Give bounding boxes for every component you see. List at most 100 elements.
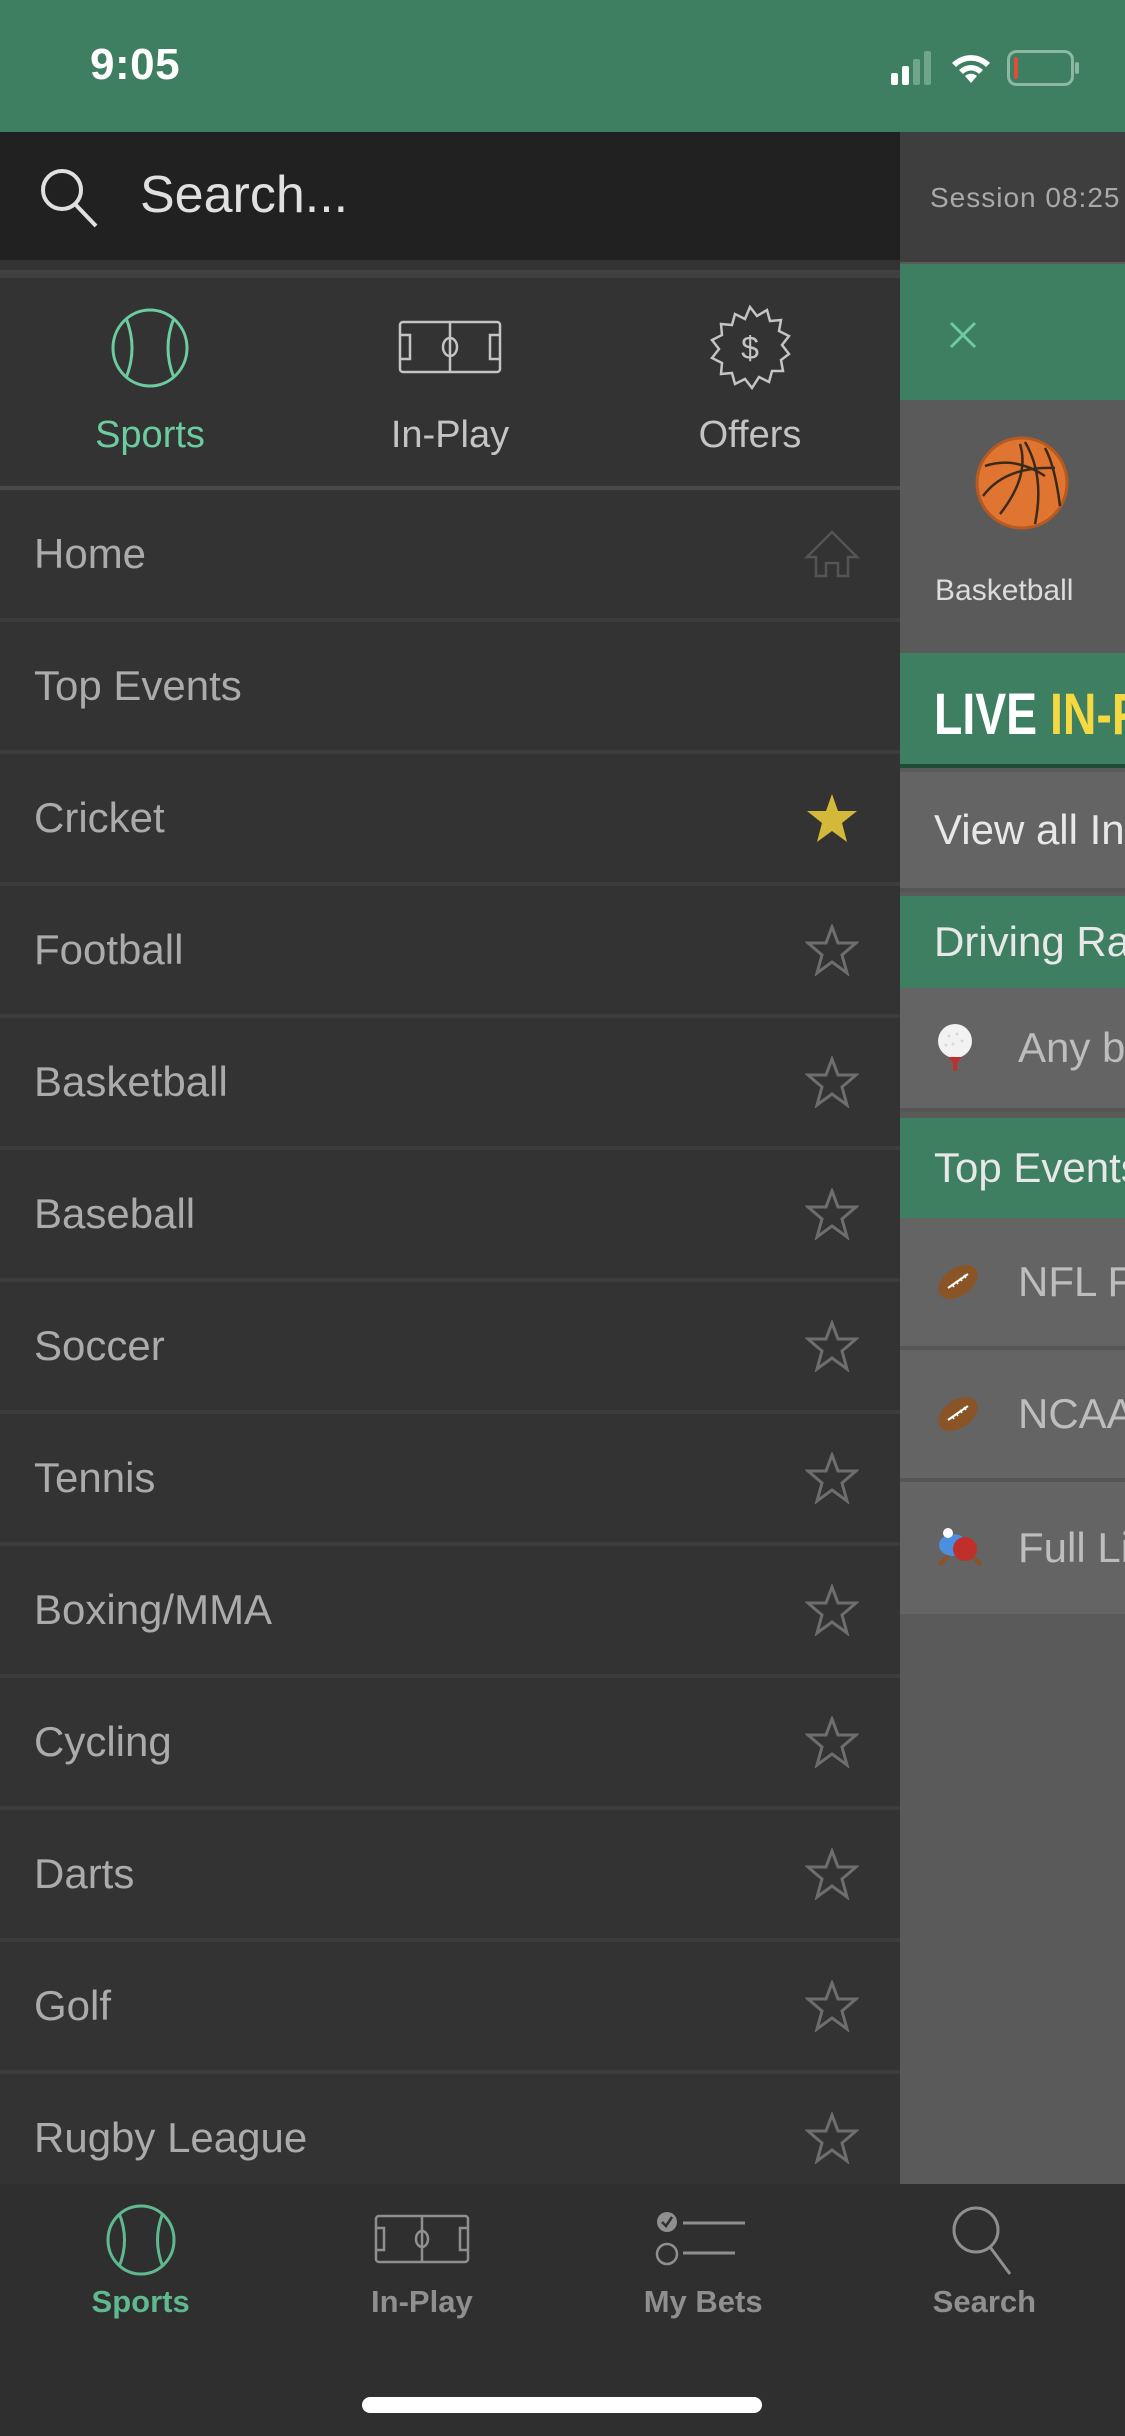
sidebar-item-soccer[interactable]: Soccer [0,1282,900,1414]
close-icon[interactable] [948,320,978,350]
sidebar-item-home[interactable]: Home [0,490,900,622]
sidebar-item-label: Tennis [34,1454,156,1501]
sidebar-item-golf[interactable]: Golf [0,1942,900,2074]
top-event-item[interactable]: NFL Futures [900,1218,1125,1350]
search-input[interactable] [140,160,840,230]
driving-range-title: Driving Range [934,918,1125,965]
sidebar-item-label: Darts [34,1850,135,1897]
top-events-header: Top Events [900,1118,1125,1218]
battery-low-icon [1007,50,1079,86]
american-football-icon [938,1396,978,1432]
drawer-tabs: Sports In-Play $ Offers [0,270,900,490]
sidebar-item-label: Soccer [34,1322,165,1369]
sidebar-item-darts[interactable]: Darts [0,1810,900,1942]
tab-label: In-Play [390,414,510,456]
search-bar [0,132,900,260]
bottom-tab-search[interactable]: Search [844,2184,1125,2436]
live-label: LIVE [934,682,1051,747]
bet-list-icon [655,2212,746,2266]
star-outline-icon[interactable] [805,1848,859,1900]
tab-label: My Bets [643,2284,763,2319]
star-outline-icon[interactable] [805,1452,859,1504]
sidebar-item-football[interactable]: Football [0,886,900,1018]
status-time: 9:05 [90,40,181,89]
main-content: Session 08:25 Basketball LIVE IN-PLAY Vi… [900,132,1125,2184]
ball-icon [111,308,189,388]
sidebar-item-cricket[interactable]: Cricket [0,754,900,886]
sidebar-item-label: Top Events [34,662,242,709]
sidebar-item-label: Rugby League [34,2114,308,2161]
tab-sports[interactable]: Sports [0,278,300,486]
session-timer: Session 08:25 [930,182,1121,213]
golf-ball-icon [938,1024,972,1071]
close-bar [900,264,1125,400]
sidebar-item-tennis[interactable]: Tennis [0,1414,900,1546]
tab-label: Sports [91,2284,190,2319]
sidebar-item-baseball[interactable]: Baseball [0,1150,900,1282]
bottom-tab-sports[interactable]: Sports [0,2184,281,2436]
tab-label: In-Play [371,2284,473,2319]
top-events-title: Top Events [934,1144,1125,1191]
search-icon [952,2206,1012,2275]
driving-range-item[interactable]: Any ball [900,988,1125,1112]
star-outline-icon[interactable] [805,924,859,976]
sidebar-item-label: Cycling [34,1718,172,1765]
live-in-play-banner[interactable]: LIVE IN-PLAY [900,653,1125,768]
sidebar-item-rugby-league[interactable]: Rugby League [0,2074,900,2184]
tab-offers[interactable]: $ Offers [600,278,900,486]
sport-list: Home Top Events Cricket Football Basketb… [0,490,900,2184]
svg-text:$: $ [741,330,759,366]
star-outline-icon[interactable] [805,2112,859,2164]
sidebar-item-label: Basketball [34,1058,228,1105]
wifi-icon [952,55,990,83]
view-all-in-play-link[interactable]: View all In-Play [900,772,1125,892]
side-drawer: Sports In-Play $ Offers Home [0,132,900,2184]
view-all-label: View all In-Play [934,806,1125,853]
top-event-label: NCAAF [1018,1390,1125,1437]
tab-in-play[interactable]: In-Play [300,278,600,486]
sidebar-item-label: Football [34,926,184,973]
offer-badge-icon: $ [710,304,791,391]
sport-tile-label: Basketball [935,574,1074,607]
tab-label: Offers [698,414,802,456]
pitch-icon [374,2214,470,2264]
top-event-item[interactable]: Full List [900,1482,1125,1614]
star-outline-icon[interactable] [805,1716,859,1768]
sidebar-item-label: Cricket [34,794,165,841]
status-bar: 9:05 [0,0,1125,132]
home-icon [804,530,860,578]
driving-range-header: Driving Range [900,896,1125,988]
sidebar-item-label: Baseball [34,1190,196,1237]
star-outline-icon[interactable] [805,1980,859,2032]
american-football-icon [938,1264,978,1300]
tab-label: Search [932,2284,1037,2319]
table-tennis-icon [937,1528,983,1567]
session-bar: Session 08:25 [900,132,1125,262]
star-outline-icon[interactable] [805,1188,859,1240]
live-banner-text: LIVE IN-PLAY [934,681,1125,748]
basketball-icon [975,436,1069,530]
sidebar-item-label: Boxing/MMA [34,1586,273,1633]
sidebar-item-top-events[interactable]: Top Events [0,622,900,754]
status-icons [891,50,1081,86]
in-play-label: IN-PLAY [1050,682,1125,747]
sidebar-item-basketball[interactable]: Basketball [0,1018,900,1150]
home-indicator[interactable] [362,2397,762,2413]
star-outline-icon[interactable] [805,1584,859,1636]
cellular-signal-icon [891,51,931,85]
star-outline-icon[interactable] [805,1056,859,1108]
driving-range-item-label: Any ball [1018,1024,1125,1071]
sidebar-item-boxing-mma[interactable]: Boxing/MMA [0,1546,900,1678]
search-icon [41,169,98,228]
star-outline-icon[interactable] [805,1320,859,1372]
top-event-label: Full List [1018,1524,1125,1571]
sidebar-item-label: Golf [34,1982,112,2029]
ball-icon [106,2204,176,2276]
sidebar-item-label: Home [34,530,147,577]
sidebar-item-cycling[interactable]: Cycling [0,1678,900,1810]
top-event-label: NFL Futures [1018,1258,1125,1305]
top-event-item[interactable]: NCAAF [900,1350,1125,1482]
tab-label: Sports [95,414,205,456]
pitch-icon [398,320,502,374]
star-filled-icon[interactable] [805,792,859,844]
